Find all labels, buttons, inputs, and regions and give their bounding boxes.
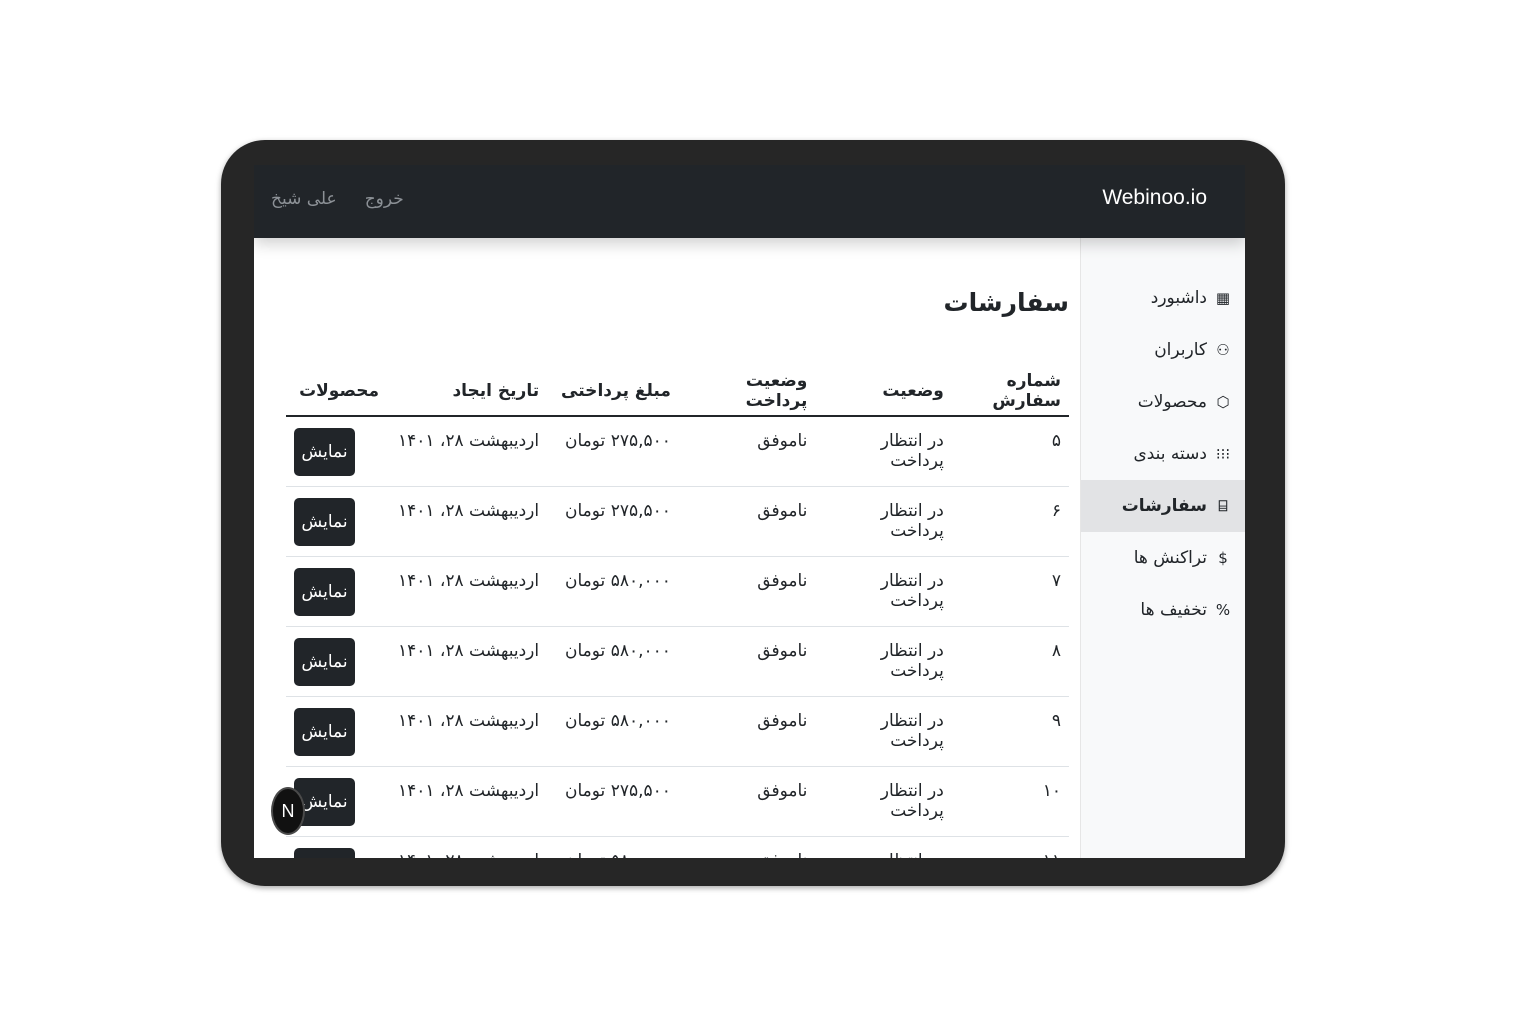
cell-status: در انتظار پرداخت [815,486,952,557]
cell-status: در انتظار پرداخت [815,766,952,837]
percent-icon: % [1215,601,1231,619]
sidebar-item-label: داشبورد [1150,288,1207,308]
cell-order-number: ۱۱ [951,836,1069,858]
app-screen: Webinoo.io علی شیخ خروج ▦ داشبورد ⚇ کاربران… [254,165,1245,858]
sidebar: ▦ داشبورد ⚇ کاربران ⬡ محصولات ⁝⁝⁝ دسته بندی ⌸ سفا… [1080,238,1245,858]
sidebar-item-4[interactable]: ⌸ سفارشات [1081,480,1245,532]
cell-created-date: اردیبهشت ۲۸، ۱۴۰۱ [387,836,548,858]
box-icon: ⬡ [1216,393,1230,411]
sidebar-item-2[interactable]: ⬡ محصولات [1081,376,1245,428]
show-products-button[interactable]: نمایش [294,637,355,686]
sidebar-item-1[interactable]: ⚇ کاربران [1081,324,1245,376]
sidebar-item-label: سفارشات [1121,496,1207,516]
dollar-icon: $ [1218,549,1228,567]
show-products-button[interactable]: نمایش [294,847,355,858]
sidebar-item-3[interactable]: ⁝⁝⁝ دسته بندی [1081,428,1245,480]
cell-status: در انتظار پرداخت [815,416,952,487]
top-navbar: Webinoo.io علی شیخ خروج [254,165,1245,238]
top-nav-links: علی شیخ خروج [271,189,404,209]
cell-status: در انتظار پرداخت [815,836,952,858]
table-row: ۹ در انتظار پرداخت ناموفق ۵۸۰,۰۰۰ تومان اردی… [286,696,1069,767]
basket-icon: ⌸ [1218,497,1228,515]
table-row: ۱۰ در انتظار پرداخت ناموفق ۲۷۵,۵۰۰ تومان ارد… [286,766,1069,837]
cell-order-number: ۹ [951,696,1069,767]
show-products-button[interactable]: نمایش [294,707,355,756]
sidebar-item-label: محصولات [1137,392,1207,412]
header-products: محصولات [286,366,387,417]
cell-order-number: ۸ [951,626,1069,697]
show-products-button[interactable]: نمایش [294,497,355,546]
show-products-button[interactable]: نمایش [294,567,355,616]
cell-payment-status: ناموفق [678,416,816,487]
header-amount: مبلغ پرداختی [547,366,679,417]
main-content: سفارشات شماره سفارش وضعیت وضعیت پرداخت م… [286,238,1069,858]
sidebar-item-5[interactable]: $ تراکنش ها [1081,532,1245,584]
logout-link[interactable]: خروج [365,189,404,209]
cell-amount: ۵۸۰,۰۰۰ تومان [547,836,679,858]
orders-table: شماره سفارش وضعیت وضعیت پرداخت مبلغ پردا… [286,366,1069,858]
cell-products: نمایش [286,486,387,557]
table-row: ۱۱در انتظار پرداختناموفق۵۸۰,۰۰۰ تومانارد… [286,836,1069,858]
header-created-date: تاریخ ایجاد [387,366,548,417]
show-products-button[interactable]: نمایش [294,428,355,476]
grid-icon: ▦ [1215,289,1231,307]
cell-payment-status: ناموفق [678,626,816,697]
sidebar-item-label: تراکنش ها [1133,548,1207,568]
cell-payment-status: ناموفق [678,556,816,627]
grid-3x3-icon: ⁝⁝⁝ [1215,445,1231,463]
header-order-number: شماره سفارش [951,366,1069,417]
sidebar-item-label: کاربران [1154,340,1207,360]
sidebar-item-label: تخفیف ها [1140,600,1207,620]
cell-order-number: ۱۰ [951,766,1069,837]
cell-amount: ۵۸۰,۰۰۰ تومان [547,626,679,697]
table-row: ۸ در انتظار پرداخت ناموفق ۵۸۰,۰۰۰ تومان اردی… [286,626,1069,697]
cell-order-number: ۶ [951,486,1069,557]
cell-amount: ۵۸۰,۰۰۰ تومان [547,556,679,627]
cell-created-date: اردیبهشت ۲۸، ۱۴۰۱ [387,416,548,487]
table-row: ۶ در انتظار پرداخت ناموفق ۲۷۵,۵۰۰ تومان اردی… [286,486,1069,557]
cell-status: در انتظار پرداخت [815,556,952,627]
cell-products: نمایش [286,626,387,697]
sidebar-item-6[interactable]: % تخفیف ها [1081,584,1245,636]
sidebar-item-0[interactable]: ▦ داشبورد [1081,272,1245,324]
table-header-row: شماره سفارش وضعیت وضعیت پرداخت مبلغ پردا… [286,366,1069,417]
cell-created-date: اردیبهشت ۲۸، ۱۴۰۱ [387,626,548,697]
users-icon: ⚇ [1216,341,1230,359]
n-avatar-button[interactable]: N [271,787,305,835]
sidebar-item-label: دسته بندی [1133,444,1207,464]
table-row: ۷ در انتظار پرداخت ناموفق ۵۸۰,۰۰۰ تومان اردی… [286,556,1069,627]
cell-payment-status: ناموفق [678,486,816,557]
user-name-link[interactable]: علی شیخ [271,189,337,209]
cell-amount: ۲۷۵,۵۰۰ تومان [547,486,679,557]
cell-amount: ۲۷۵,۵۰۰ تومان [547,416,679,487]
cell-created-date: اردیبهشت ۲۸، ۱۴۰۱ [387,766,548,837]
table-row: ۵ در انتظار پرداخت ناموفق ۲۷۵,۵۰۰ تومان اردی… [286,416,1069,487]
cell-amount: ۵۸۰,۰۰۰ تومان [547,696,679,767]
cell-products: نمایش [286,416,387,487]
cell-status: در انتظار پرداخت [815,696,952,767]
cell-payment-status: ناموفق [678,766,816,837]
cell-created-date: اردیبهشت ۲۸، ۱۴۰۱ [387,556,548,627]
header-payment-status: وضعیت پرداخت [678,366,816,417]
cell-payment-status: ناموفق [678,836,816,858]
cell-payment-status: ناموفق [678,696,816,767]
cell-products: نمایش [286,556,387,627]
cell-amount: ۲۷۵,۵۰۰ تومان [547,766,679,837]
brand-logo[interactable]: Webinoo.io [1102,186,1207,210]
cell-order-number: ۵ [951,416,1069,487]
cell-products: نمایش [286,696,387,767]
cell-products: نمایش [286,836,387,858]
header-status: وضعیت [815,366,952,417]
cell-created-date: اردیبهشت ۲۸، ۱۴۰۱ [387,486,548,557]
page-title: سفارشات [943,288,1069,317]
cell-status: در انتظار پرداخت [815,626,952,697]
cell-order-number: ۷ [951,556,1069,627]
cell-created-date: اردیبهشت ۲۸، ۱۴۰۱ [387,696,548,767]
